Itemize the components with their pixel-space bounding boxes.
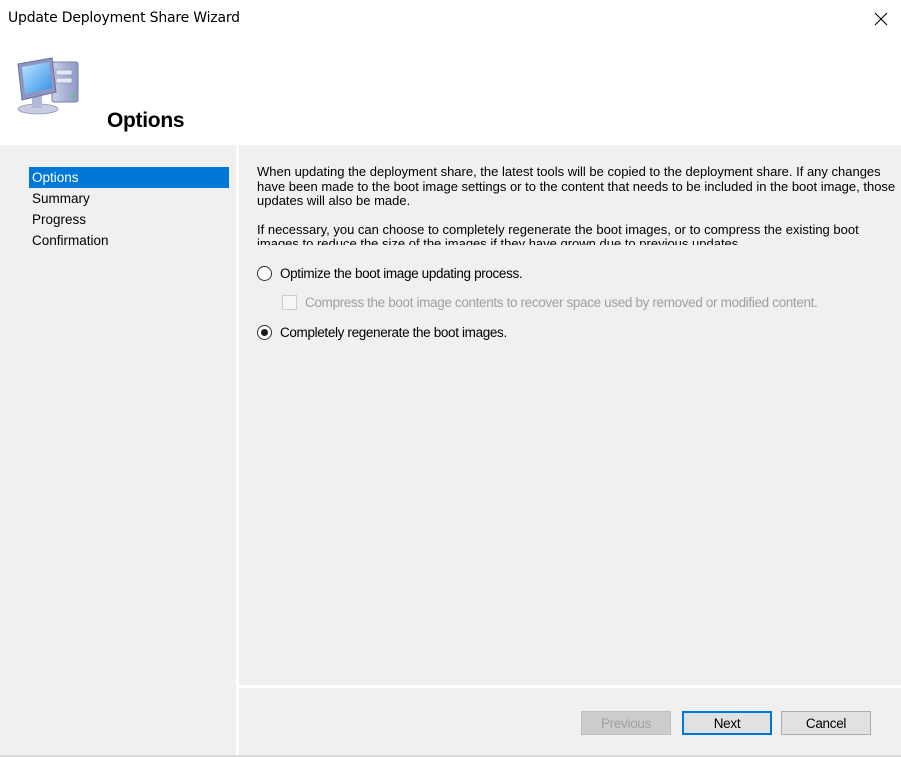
optimize-option[interactable]: Optimize the boot image updating process…: [257, 266, 523, 281]
wizard-steps-sidebar: Options Summary Progress Confirmation: [0, 145, 236, 755]
wizard-header: Options: [0, 38, 901, 145]
compress-checkbox: [282, 295, 297, 310]
close-button[interactable]: [866, 4, 896, 34]
compress-label: Compress the boot image contents to reco…: [305, 295, 818, 310]
previous-button[interactable]: Previous: [581, 711, 671, 735]
regenerate-radio[interactable]: [257, 325, 272, 340]
step-progress[interactable]: Progress: [29, 209, 229, 230]
description-paragraph-2: If necessary, you can choose to complete…: [257, 222, 859, 245]
step-confirmation[interactable]: Confirmation: [29, 230, 229, 251]
step-list: Options Summary Progress Confirmation: [29, 167, 229, 251]
compress-option: Compress the boot image contents to reco…: [282, 295, 818, 310]
optimize-label: Optimize the boot image updating process…: [280, 266, 523, 281]
computer-icon: [17, 57, 79, 115]
next-button[interactable]: Next: [682, 711, 772, 735]
title-bar: Update Deployment Share Wizard: [0, 0, 901, 38]
options-panel: When updating the deployment share, the …: [239, 145, 901, 685]
description: When updating the deployment share, the …: [257, 164, 901, 259]
page-heading: Options: [107, 109, 185, 132]
step-summary[interactable]: Summary: [29, 188, 229, 209]
regenerate-label: Completely regenerate the boot images.: [280, 325, 507, 340]
optimize-radio[interactable]: [257, 266, 272, 281]
regenerate-option[interactable]: Completely regenerate the boot images.: [257, 325, 507, 340]
button-bar: Previous Next Cancel: [239, 688, 901, 755]
cancel-button[interactable]: Cancel: [781, 711, 871, 735]
close-x-icon: [874, 12, 888, 26]
wizard-body: Options Summary Progress Confirmation Wh…: [0, 145, 901, 757]
step-options[interactable]: Options: [29, 167, 229, 188]
description-paragraph-1: When updating the deployment share, the …: [257, 164, 896, 208]
window-title: Update Deployment Share Wizard: [8, 10, 240, 26]
